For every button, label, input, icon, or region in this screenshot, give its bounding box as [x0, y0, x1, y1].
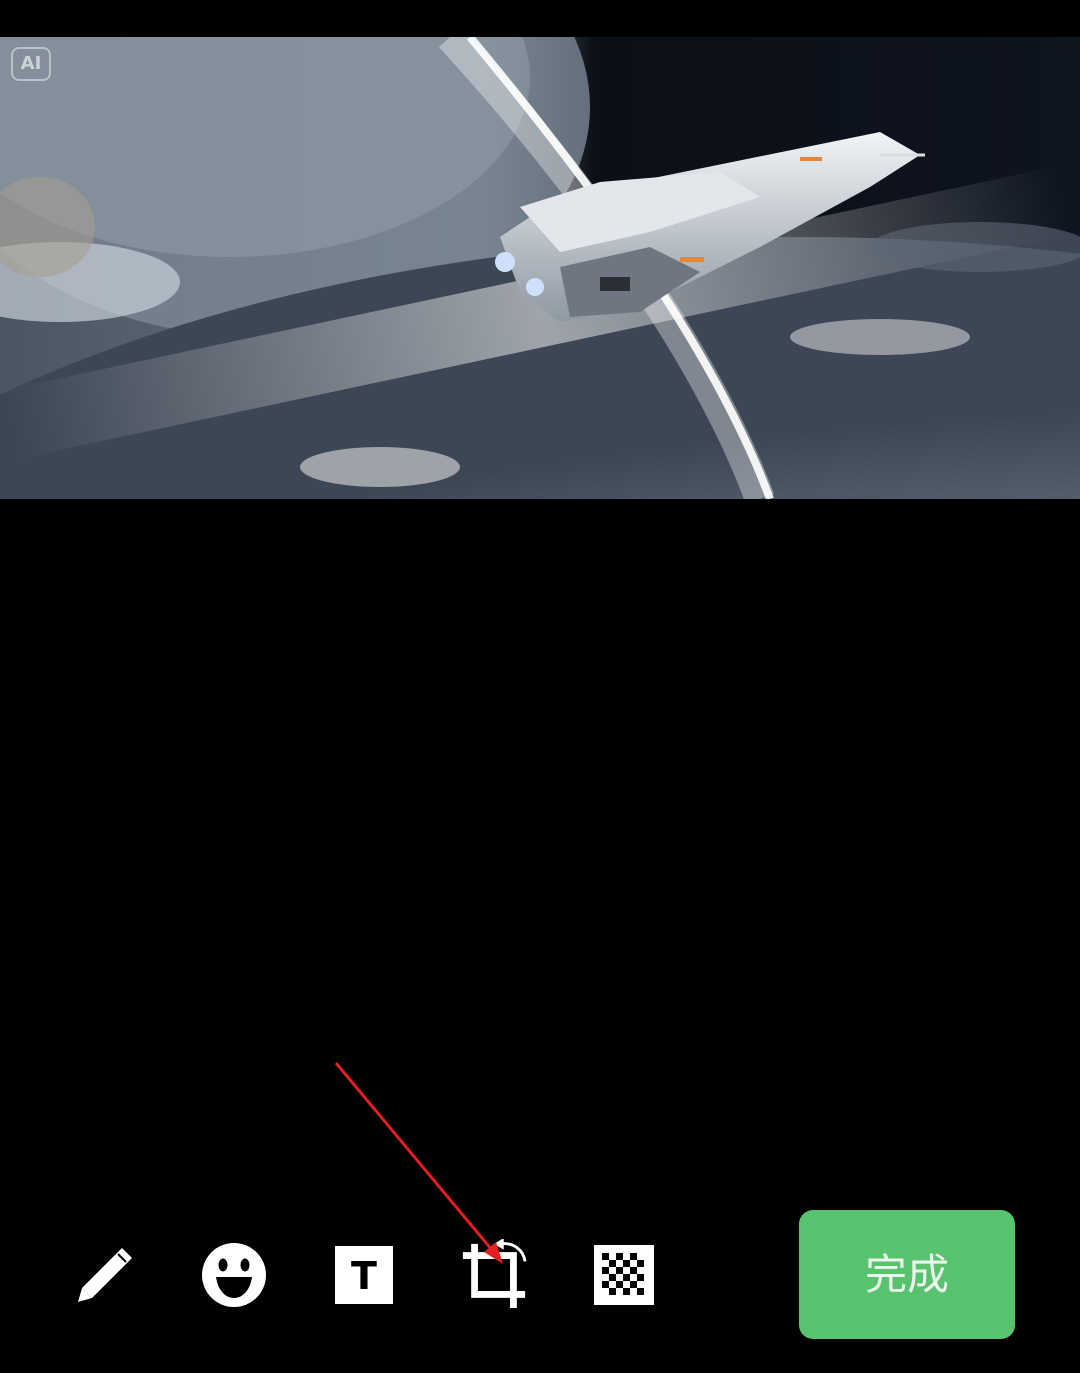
crop-rotate-tool-button[interactable] — [459, 1239, 529, 1310]
mosaic-icon — [594, 1245, 654, 1305]
draw-tool-button[interactable] — [68, 1240, 138, 1310]
svg-text:T: T — [351, 1254, 377, 1298]
done-button[interactable]: 完成 — [799, 1210, 1015, 1339]
sticker-tool-button[interactable] — [199, 1240, 269, 1310]
image-editor-screen: AI T 完成 — [0, 0, 1080, 1373]
emoji-icon — [202, 1243, 266, 1307]
mosaic-tool-button[interactable] — [589, 1240, 659, 1310]
ai-generated-badge: AI — [11, 47, 51, 81]
spaceship-image — [0, 37, 1080, 499]
pencil-icon — [78, 1248, 132, 1302]
text-tool-button[interactable]: T — [329, 1240, 399, 1310]
edited-photo — [0, 37, 1080, 499]
text-icon: T — [335, 1246, 393, 1304]
edit-toolbar: T 完成 — [0, 1200, 1080, 1350]
crop-rotate-icon — [462, 1239, 527, 1309]
